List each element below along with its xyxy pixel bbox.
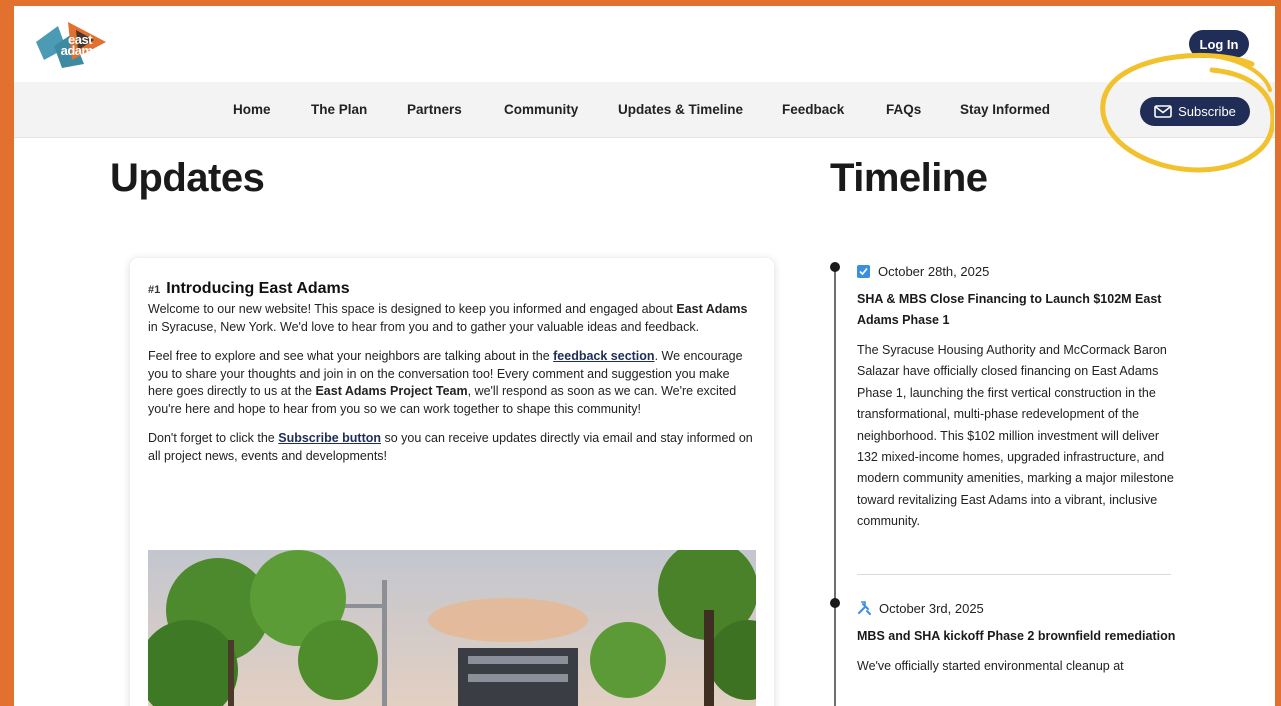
logo-line-2: adams: [60, 43, 100, 58]
text-segment: in Syracuse, New York. We'd love to hear…: [148, 319, 700, 334]
text-segment: Feel free to explore and see what your n…: [148, 349, 554, 363]
timeline-date-row: October 28th, 2025: [857, 262, 1177, 280]
timeline-entry-heading: SHA & MBS Close Financing to Launch $102…: [857, 292, 1162, 327]
timeline-entry-heading: MBS and SHA kickoff Phase 2 brownfield r…: [857, 629, 1176, 643]
subscribe-button[interactable]: Subscribe: [1140, 97, 1250, 126]
post-paragraph-3: Don't forget to click the Subscribe butt…: [148, 430, 754, 465]
timeline-line: [834, 268, 836, 706]
subscribe-button-link[interactable]: Subscribe button: [278, 431, 381, 445]
timeline-date-row: October 3rd, 2025: [857, 599, 1177, 617]
subscribe-label: Subscribe: [1178, 104, 1236, 119]
main-nav: Home The Plan Partners Community Updates…: [14, 82, 1275, 138]
check-icon: [857, 264, 870, 278]
nav-home[interactable]: Home: [233, 102, 271, 117]
timeline-entry-text: The Syracuse Housing Authority and McCor…: [857, 343, 1174, 529]
bold-segment: East Adams: [676, 302, 748, 316]
mail-icon: [1154, 105, 1172, 118]
nav-community[interactable]: Community: [504, 102, 578, 117]
nav-feedback[interactable]: Feedback: [782, 102, 844, 117]
post-title: Introducing East Adams: [166, 280, 350, 297]
update-post-card: #1 Introducing East Adams Welcome to our…: [130, 258, 774, 706]
timeline-dot: [830, 598, 840, 608]
text-segment: Welcome to our new website! This space i…: [148, 302, 677, 316]
timeline-date: October 28th, 2025: [878, 263, 990, 279]
timeline-entry-text: We've officially started environmental c…: [857, 659, 1124, 673]
nav-the-plan[interactable]: The Plan: [311, 102, 367, 117]
east-adams-logo[interactable]: east adams: [32, 20, 110, 70]
nav-updates-timeline[interactable]: Updates & Timeline: [618, 102, 743, 117]
logo-wordmark: east adams: [60, 33, 100, 58]
bold-segment: East Adams Project Team: [315, 384, 468, 398]
post-number: #1: [148, 284, 161, 296]
post-paragraph-2: Feel free to explore and see what your n…: [148, 348, 754, 418]
post-paragraph-1: Welcome to our new website! This space i…: [148, 301, 754, 336]
login-button[interactable]: Log In: [1189, 30, 1249, 58]
timeline-dot: [830, 262, 840, 272]
top-bar: east adams Log In: [14, 6, 1275, 82]
east-adams-rendering-image: [148, 550, 756, 706]
post-body: Welcome to our new website! This space i…: [148, 301, 754, 477]
text-segment: Don't forget to click the: [148, 431, 279, 445]
feedback-section-link[interactable]: feedback section: [553, 349, 654, 363]
timeline-entry: October 3rd, 2025 MBS and SHA kickoff Ph…: [857, 599, 1177, 677]
rendering-illustration: [148, 550, 756, 706]
tools-icon: [858, 601, 871, 615]
nav-faqs[interactable]: FAQs: [886, 102, 921, 117]
post-header: #1 Introducing East Adams: [148, 280, 350, 298]
timeline-divider: [857, 574, 1171, 575]
timeline-entry: October 28th, 2025 SHA & MBS Close Finan…: [857, 262, 1177, 533]
updates-heading: Updates: [110, 156, 265, 200]
timeline-date: October 3rd, 2025: [879, 600, 984, 616]
browser-page: east adams Log In Home The Plan Partners…: [14, 6, 1275, 706]
nav-partners[interactable]: Partners: [407, 102, 462, 117]
timeline-heading: Timeline: [830, 156, 988, 200]
nav-stay-informed[interactable]: Stay Informed: [960, 102, 1050, 117]
